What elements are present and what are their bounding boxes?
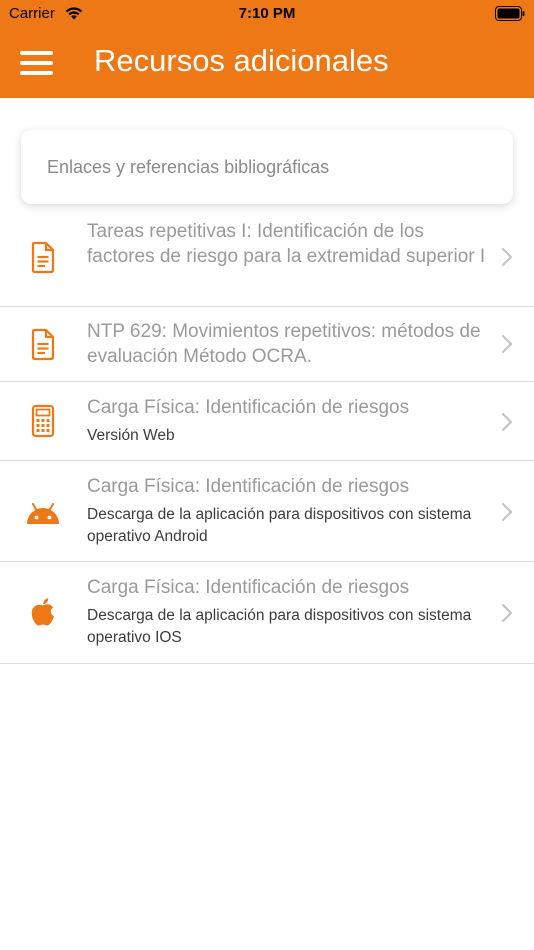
section-label: Enlaces y referencias bibliográficas	[47, 157, 330, 177]
apple-icon	[31, 598, 54, 626]
clock: 7:10 PM	[238, 5, 296, 22]
chevron-right-icon	[501, 412, 513, 432]
item-subtitle: Versión Web	[87, 427, 175, 444]
page-title: Recursos adicionales	[94, 43, 389, 78]
status-bar: Carrier 7:10 PM	[0, 0, 534, 28]
item-title: NTP 629: Movimientos repetitivos: método…	[87, 321, 481, 367]
chevron-right-icon	[501, 247, 513, 267]
chevron-right-icon	[501, 603, 513, 623]
list-item[interactable]: Carga Física: Identificación de riesgos …	[0, 382, 534, 461]
document-icon	[31, 328, 55, 361]
battery-icon	[495, 6, 525, 21]
hamburger-menu-button[interactable]	[20, 51, 53, 75]
list-item[interactable]: Carga Física: Identificación de riesgos …	[0, 461, 534, 562]
section-header-card: Enlaces y referencias bibliográficas	[21, 130, 513, 204]
item-title: Carga Física: Identificación de riesgos	[87, 397, 410, 418]
android-icon	[27, 503, 59, 524]
item-title: Tareas repetitivas I: Identificación de …	[87, 221, 486, 267]
document-icon	[31, 241, 55, 274]
list-item[interactable]: Tareas repetitivas I: Identificación de …	[0, 207, 534, 307]
chevron-right-icon	[501, 502, 513, 522]
chevron-right-icon	[501, 334, 513, 354]
item-subtitle: Descarga de la aplicación para dispositi…	[87, 607, 472, 646]
app-header: Carrier 7:10 PM Recursos adicionales	[0, 0, 534, 98]
item-subtitle: Descarga de la aplicación para dispositi…	[87, 506, 472, 545]
item-title: Carga Física: Identificación de riesgos	[87, 476, 410, 497]
list-item[interactable]: Carga Física: Identificación de riesgos …	[0, 562, 534, 664]
list-item[interactable]: NTP 629: Movimientos repetitivos: método…	[0, 307, 534, 382]
item-title: Carga Física: Identificación de riesgos	[87, 577, 410, 598]
hamburger-icon	[20, 51, 53, 55]
calculator-icon	[31, 404, 55, 438]
